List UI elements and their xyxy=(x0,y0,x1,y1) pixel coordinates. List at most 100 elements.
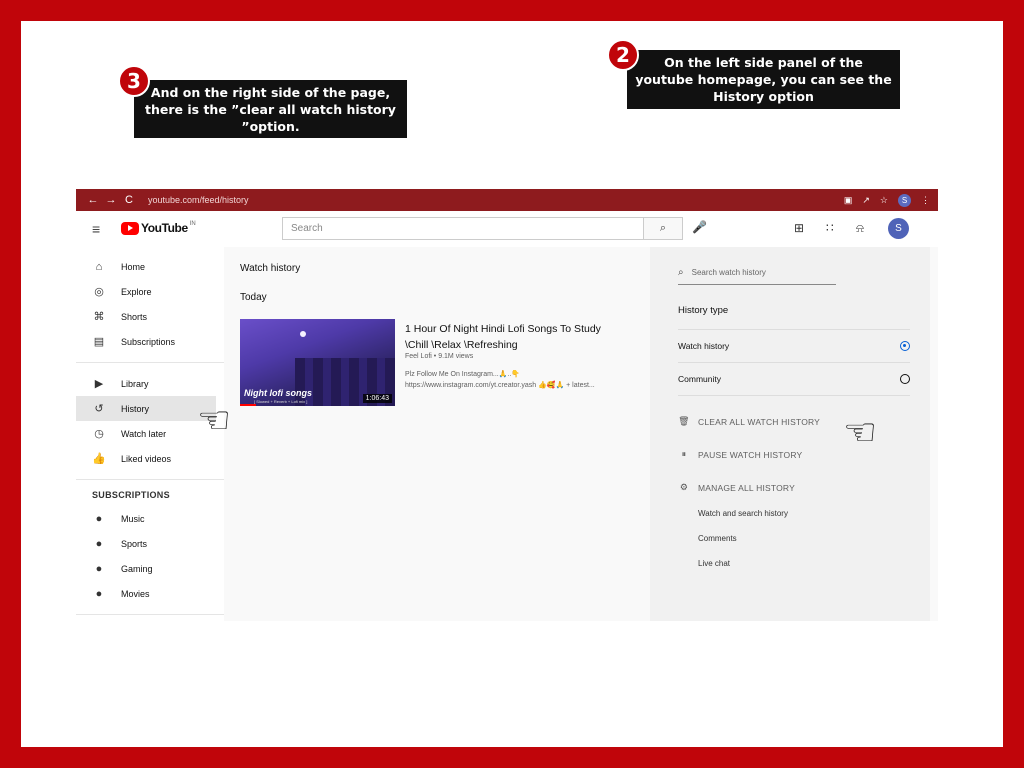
date-section-heading: Today xyxy=(240,292,267,303)
sidebar-item-movies[interactable]: ● Movies xyxy=(76,581,224,606)
sidebar-item-home[interactable]: ⌂ Home xyxy=(76,254,224,279)
radio-unselected[interactable] xyxy=(900,374,910,384)
sidebar-divider xyxy=(76,362,224,363)
youtube-play-icon xyxy=(121,221,139,235)
sidebar-item-label: Library xyxy=(121,378,149,389)
history-type-heading: History type xyxy=(678,305,729,316)
create-video-icon[interactable]: ⊞ xyxy=(794,221,804,235)
search-button[interactable]: ⌕ xyxy=(643,217,683,240)
notifications-bell-icon[interactable]: ⍾ xyxy=(856,221,864,236)
menu-icon[interactable]: ≡ xyxy=(92,221,100,237)
subscriptions-heading: SUBSCRIPTIONS xyxy=(92,490,170,500)
address-bar[interactable]: youtube.com/feed/history xyxy=(148,195,249,205)
moon-graphic xyxy=(300,331,306,337)
thumbnail-subtitle: [ Slowed + Reverb + Lofi mix ] xyxy=(254,399,308,404)
bookmark-star-icon[interactable]: ☆ xyxy=(880,195,888,206)
sidebar-item-label: History xyxy=(121,403,150,414)
browser-menu-icon[interactable]: ⋮ xyxy=(921,195,930,206)
gear-icon: ⚙ xyxy=(679,482,689,492)
sidebar-item-history[interactable]: ↺ History xyxy=(76,396,216,421)
watch-progress-bar xyxy=(240,404,256,406)
user-avatar[interactable]: S xyxy=(888,218,909,239)
sidebar-item-gaming[interactable]: ● Gaming xyxy=(76,556,224,581)
sidebar-item-label: Gaming xyxy=(121,563,153,574)
video-title-link[interactable]: 1 Hour Of Night Hindi Lofi Songs To Stud… xyxy=(405,321,605,353)
manage-all-history-button[interactable]: ⚙ MANAGE ALL HISTORY xyxy=(678,482,795,493)
action-label: PAUSE WATCH HISTORY xyxy=(698,449,803,460)
history-icon: ↺ xyxy=(94,403,104,415)
page-title: Watch history xyxy=(240,263,301,274)
compass-icon: ◎ xyxy=(94,286,104,298)
option-label: Community xyxy=(678,374,721,384)
sidebar-item-sports[interactable]: ● Sports xyxy=(76,531,224,556)
video-thumbnail[interactable]: Night lofi songs [ Slowed + Reverb + Lof… xyxy=(240,319,395,406)
sidebar-item-label: Movies xyxy=(121,588,150,599)
duration-badge: 1:06:43 xyxy=(362,394,392,403)
sidebar-item-label: Music xyxy=(121,513,145,524)
microphone-icon[interactable]: 🎤 xyxy=(692,220,707,234)
shorts-icon: ⌘ xyxy=(93,311,105,323)
pointing-hand-icon: ☜ xyxy=(843,410,878,454)
thumbnail-title: Night lofi songs xyxy=(244,388,312,398)
pointing-hand-icon: ☜ xyxy=(197,398,232,442)
youtube-header: ≡ YouTube IN Search ⌕ 🎤 ⊞ ∷ ⍾ S xyxy=(76,211,938,247)
slide-canvas: And on the right side of the page, there… xyxy=(21,21,1003,747)
back-icon[interactable]: ← xyxy=(84,194,102,206)
sidebar-item-library[interactable]: ▶ Library xyxy=(76,371,224,396)
sidebar-item-label: Sports xyxy=(121,538,148,549)
search-icon: ⌕ xyxy=(659,222,667,234)
sidebar-item-label: Shorts xyxy=(121,311,148,322)
gaming-channel-icon: ● xyxy=(95,562,103,575)
sidebar-item-shorts[interactable]: ⌘ Shorts xyxy=(76,304,224,329)
option-label: Watch history xyxy=(678,341,730,351)
sidebar-item-liked-videos[interactable]: 👍 Liked videos xyxy=(76,446,224,471)
search-placeholder: Search watch history xyxy=(691,268,766,277)
youtube-logo[interactable]: YouTube IN xyxy=(121,221,196,235)
sidebar-item-explore[interactable]: ◎ Explore xyxy=(76,279,224,304)
sidebar-item-subscriptions[interactable]: ▤ Subscriptions xyxy=(76,329,224,354)
sidebar-item-label: Watch later xyxy=(121,428,167,439)
sports-channel-icon: ● xyxy=(95,537,103,550)
video-description: Plz Follow Me On Instagram...🙏..👇 https:… xyxy=(405,371,595,389)
search-watch-history-input[interactable]: ⌕ Search watch history xyxy=(678,261,836,285)
share-icon[interactable]: ↗ xyxy=(862,195,870,206)
movies-channel-icon: ● xyxy=(95,587,103,600)
search-input[interactable]: Search xyxy=(282,217,644,240)
sidebar-item-label: Subscriptions xyxy=(121,336,176,347)
search-icon: ⌕ xyxy=(678,267,684,278)
action-label: CLEAR ALL WATCH HISTORY xyxy=(698,416,821,427)
radio-selected[interactable] xyxy=(900,341,910,351)
clock-icon: ◷ xyxy=(94,428,104,440)
sidebar-item-label: Home xyxy=(121,261,146,272)
clear-all-watch-history-button[interactable]: 🗑 CLEAR ALL WATCH HISTORY xyxy=(678,416,820,427)
action-label: MANAGE ALL HISTORY xyxy=(698,482,795,493)
home-icon: ⌂ xyxy=(95,260,103,273)
panel-divider xyxy=(678,395,910,396)
live-chat-link[interactable]: Live chat xyxy=(698,559,730,568)
country-code: IN xyxy=(189,220,196,227)
sidebar-divider xyxy=(76,614,224,615)
screenshot-icon[interactable]: ▣ xyxy=(844,195,853,206)
logo-text: YouTube xyxy=(141,221,188,235)
sidebar-item-label: Explore xyxy=(121,286,152,297)
step-2-badge: 2 xyxy=(607,39,639,71)
sidebar-item-music[interactable]: ● Music xyxy=(76,506,224,531)
history-type-watch-history[interactable]: Watch history xyxy=(678,329,910,362)
browser-profile-avatar[interactable]: S xyxy=(898,193,911,207)
forward-icon[interactable]: → xyxy=(102,194,120,206)
step-3-callout: And on the right side of the page, there… xyxy=(134,80,407,138)
reload-icon[interactable]: C xyxy=(120,194,138,206)
video-meta: Feel Lofi • 9.1M views xyxy=(405,353,474,360)
pause-icon: ⏸ xyxy=(681,449,687,459)
comments-link[interactable]: Comments xyxy=(698,534,737,543)
step-2-callout: On the left side panel of the youtube ho… xyxy=(627,50,900,109)
trash-icon: 🗑 xyxy=(678,416,690,426)
sidebar-divider xyxy=(76,479,224,480)
watch-and-search-history-link[interactable]: Watch and search history xyxy=(698,509,788,518)
step-3-badge: 3 xyxy=(118,65,150,97)
library-icon: ▶ xyxy=(94,378,104,390)
apps-grid-icon[interactable]: ∷ xyxy=(826,221,834,235)
pause-watch-history-button[interactable]: ⏸ PAUSE WATCH HISTORY xyxy=(678,449,803,460)
history-type-community[interactable]: Community xyxy=(678,362,910,395)
history-controls-panel: ⌕ Search watch history History type Watc… xyxy=(650,247,930,621)
